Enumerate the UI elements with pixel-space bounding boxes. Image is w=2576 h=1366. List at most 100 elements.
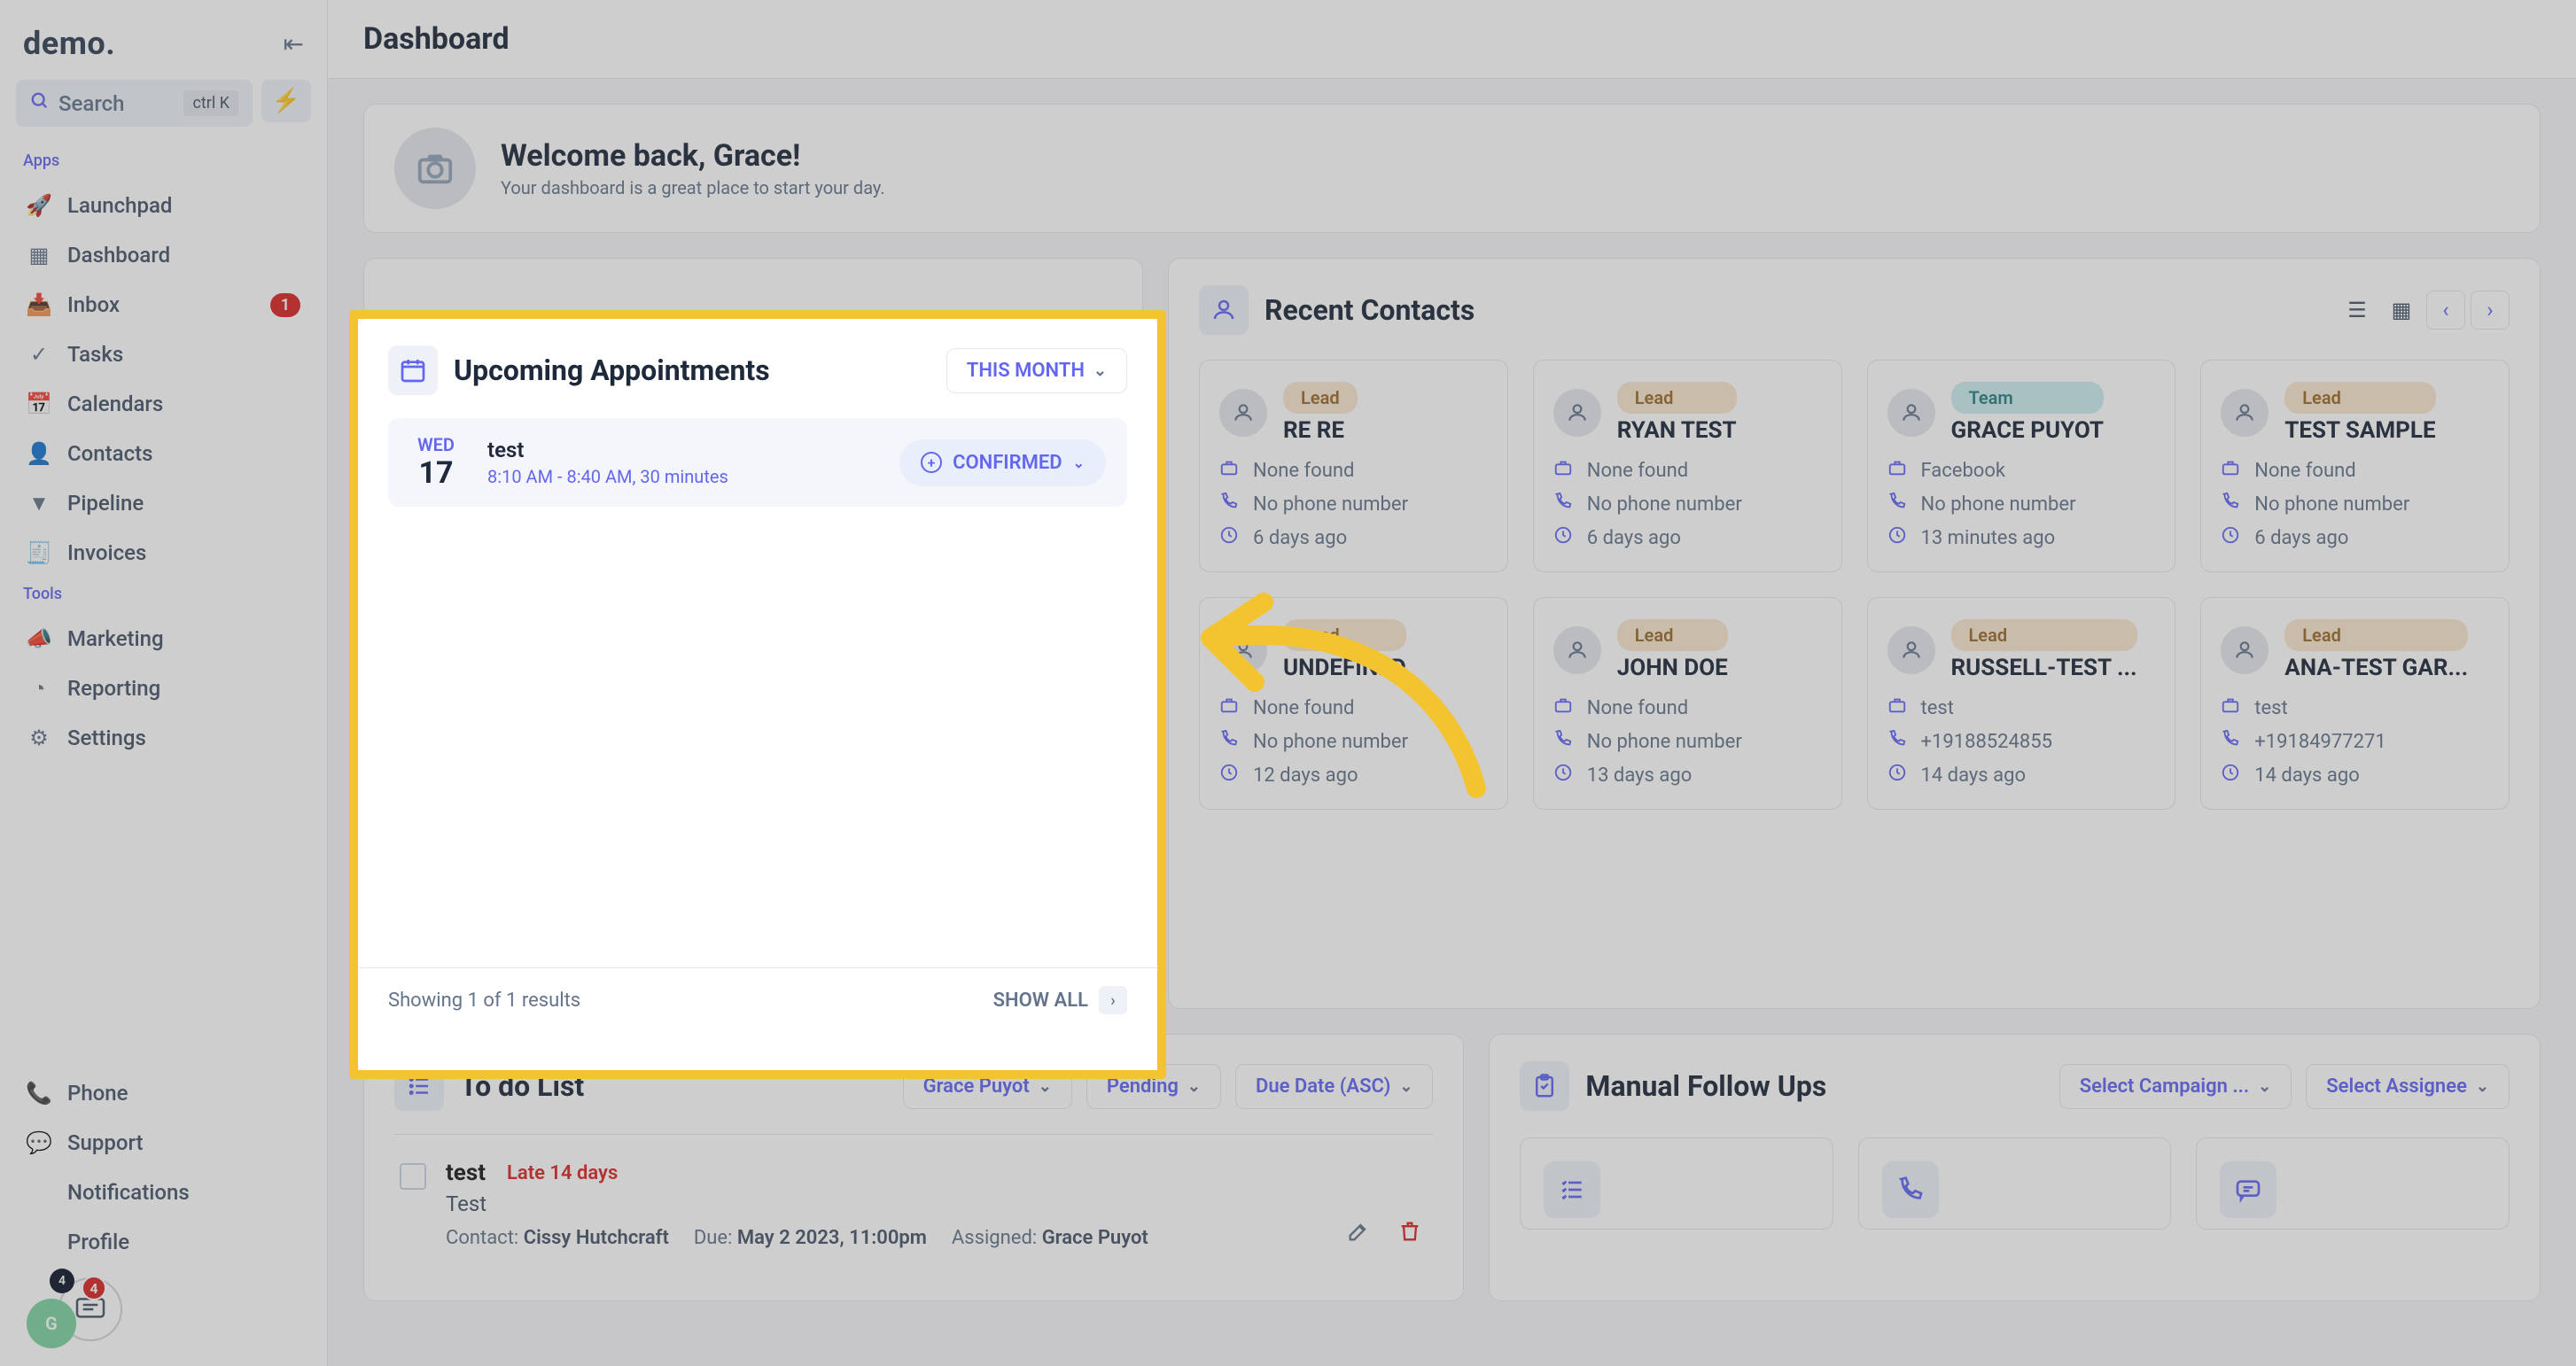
contact-avatar bbox=[1887, 626, 1935, 674]
sidebar-item-notifications[interactable]: Notifications bbox=[12, 1168, 315, 1217]
followup-stat-card[interactable] bbox=[2196, 1137, 2510, 1230]
contact-source: None found bbox=[2254, 460, 2355, 482]
chevron-down-icon: ⌄ bbox=[1399, 1077, 1413, 1096]
todo-item[interactable]: test Late 14 days Test Contact: Cissy Hu… bbox=[394, 1134, 1433, 1274]
appointment-time: 8:10 AM - 8:40 AM, 30 minutes bbox=[487, 466, 728, 487]
collapse-sidebar-button[interactable]: ⇤ bbox=[284, 29, 304, 58]
contact-tag: Lead bbox=[1951, 619, 2137, 651]
todo-title: To do List bbox=[460, 1069, 584, 1103]
phone-stat-icon bbox=[1882, 1161, 1939, 1218]
chat-icon: 💬 bbox=[27, 1130, 51, 1155]
list-view-button[interactable]: ☰ bbox=[2338, 291, 2377, 330]
todo-item-title: test bbox=[446, 1160, 486, 1186]
grid-view-button[interactable]: ▦ bbox=[2382, 291, 2421, 330]
sidebar-item-calendars[interactable]: 📅Calendars bbox=[12, 379, 315, 429]
clock-icon bbox=[1553, 525, 1576, 550]
contact-card[interactable]: Lead RYAN TEST None found No phone numbe… bbox=[1533, 360, 1842, 572]
sidebar-item-dashboard[interactable]: ▦Dashboard bbox=[12, 230, 315, 280]
search-label: Search bbox=[58, 91, 124, 116]
contact-when: 6 days ago bbox=[1253, 527, 1347, 549]
contact-source: None found bbox=[1587, 460, 1688, 482]
clipboard-icon bbox=[1520, 1061, 1569, 1111]
contact-name: RUSSELL-TEST ... bbox=[1951, 655, 2137, 681]
contact-card[interactable]: Team GRACE PUYOT Facebook No phone numbe… bbox=[1867, 360, 2176, 572]
phone-icon bbox=[1887, 492, 1911, 516]
contact-tag: Lead bbox=[2284, 382, 2435, 414]
megaphone-icon: 📣 bbox=[27, 626, 51, 651]
appointments-range-select[interactable]: THIS MONTH ⌄ bbox=[946, 348, 1127, 393]
briefcase-icon bbox=[1553, 695, 1576, 720]
followups-title: Manual Follow Ups bbox=[1585, 1069, 1826, 1103]
phone-icon bbox=[2221, 492, 2244, 516]
campaign-select[interactable]: Select Campaign ...⌄ bbox=[2059, 1064, 2292, 1109]
person-card-icon bbox=[1199, 285, 1249, 335]
manual-followups-card: Manual Follow Ups Select Campaign ...⌄ S… bbox=[1489, 1034, 2541, 1301]
contact-name: GRACE PUYOT bbox=[1951, 417, 2105, 444]
welcome-card: Welcome back, Grace! Your dashboard is a… bbox=[363, 104, 2541, 233]
search-button[interactable]: Search ctrl K bbox=[16, 80, 253, 127]
chevron-right-icon: › bbox=[1099, 986, 1127, 1014]
contact-card[interactable]: Lead ANA-TEST GAR... test +19184977271 1… bbox=[2200, 597, 2510, 810]
lightning-icon: ⚡ bbox=[272, 88, 300, 114]
list-check-icon bbox=[1544, 1161, 1600, 1218]
todo-late-label: Late 14 days bbox=[507, 1162, 618, 1184]
sidebar-item-settings[interactable]: ⚙Settings bbox=[12, 713, 315, 763]
appointment-title: test bbox=[487, 438, 728, 462]
todo-assignee-filter[interactable]: Grace Puyot⌄ bbox=[903, 1064, 1072, 1109]
phone-icon bbox=[1219, 492, 1242, 516]
prev-page-button[interactable]: ‹ bbox=[2426, 291, 2465, 330]
edit-button[interactable] bbox=[1341, 1214, 1376, 1249]
clock-icon bbox=[2221, 763, 2244, 788]
sidebar-item-contacts[interactable]: 👤Contacts bbox=[12, 429, 315, 478]
contact-card[interactable]: Lead TEST SAMPLE None found No phone num… bbox=[2200, 360, 2510, 572]
quick-action-button[interactable]: ⚡ bbox=[261, 80, 311, 122]
gear-icon: ⚙ bbox=[27, 726, 51, 750]
next-page-button[interactable]: › bbox=[2471, 291, 2510, 330]
sidebar-item-tasks[interactable]: ✓Tasks bbox=[12, 330, 315, 379]
sidebar-item-marketing[interactable]: 📣Marketing bbox=[12, 614, 315, 664]
contact-avatar bbox=[1553, 626, 1601, 674]
document-icon: 🧾 bbox=[27, 540, 51, 565]
sidebar-item-reporting[interactable]: ◔Reporting bbox=[12, 664, 315, 713]
sidebar-item-profile[interactable]: Profile bbox=[12, 1217, 315, 1267]
sms-stat-icon bbox=[2220, 1161, 2276, 1218]
contact-card[interactable]: Lead JOHN DOE None found No phone number… bbox=[1533, 597, 1842, 810]
avatar-widget[interactable]: 4 4 G bbox=[27, 1277, 97, 1348]
phone-icon: 📞 bbox=[27, 1081, 51, 1106]
delete-button[interactable] bbox=[1392, 1214, 1428, 1249]
camera-icon[interactable] bbox=[394, 128, 476, 209]
sidebar-item-phone[interactable]: 📞Phone bbox=[12, 1068, 315, 1118]
sidebar-item-inbox[interactable]: 📥Inbox1 bbox=[12, 280, 315, 330]
chevron-down-icon: ⌄ bbox=[1039, 1077, 1052, 1096]
chevron-down-icon: ⌄ bbox=[1187, 1077, 1201, 1096]
contact-card[interactable]: Lead RUSSELL-TEST ... test +19188524855 … bbox=[1867, 597, 2176, 810]
filter-icon: ▼ bbox=[27, 491, 51, 516]
appointment-item[interactable]: WED 17 test 8:10 AM - 8:40 AM, 30 minute… bbox=[388, 418, 1127, 507]
sidebar-item-invoices[interactable]: 🧾Invoices bbox=[12, 528, 315, 578]
show-all-button[interactable]: SHOW ALL › bbox=[993, 986, 1127, 1014]
contact-when: 14 days ago bbox=[2254, 764, 2360, 787]
todo-subtitle: Test bbox=[446, 1191, 1321, 1216]
todo-sort-filter[interactable]: Due Date (ASC)⌄ bbox=[1235, 1064, 1433, 1109]
sidebar-item-pipeline[interactable]: ▼Pipeline bbox=[12, 478, 315, 528]
todo-checkbox[interactable] bbox=[400, 1163, 426, 1190]
contact-card[interactable]: Lead UNDEFINED None found No phone numbe… bbox=[1199, 597, 1508, 810]
contact-when: 13 minutes ago bbox=[1921, 527, 2056, 549]
followup-stat-card[interactable] bbox=[1520, 1137, 1833, 1230]
sidebar-item-support[interactable]: 💬Support bbox=[12, 1118, 315, 1168]
assignee-select[interactable]: Select Assignee⌄ bbox=[2306, 1064, 2510, 1109]
briefcase-icon bbox=[2221, 458, 2244, 483]
phone-icon bbox=[1553, 492, 1576, 516]
upcoming-appointments-card: Upcoming Appointments THIS MONTH ⌄ WED 1… bbox=[358, 319, 1157, 1070]
rocket-icon: 🚀 bbox=[27, 193, 51, 218]
contact-card[interactable]: Lead RE RE None found No phone number 6 … bbox=[1199, 360, 1508, 572]
sidebar-item-launchpad[interactable]: 🚀Launchpad bbox=[12, 181, 315, 230]
appointment-status-chip[interactable]: + CONFIRMED ⌄ bbox=[899, 439, 1106, 486]
contact-phone: No phone number bbox=[1253, 731, 1408, 753]
contact-tag: Lead bbox=[1617, 382, 1737, 414]
followup-stat-card[interactable] bbox=[1858, 1137, 2172, 1230]
todo-status-filter[interactable]: Pending⌄ bbox=[1086, 1064, 1221, 1109]
calendar-icon: 📅 bbox=[27, 392, 51, 416]
contact-source: None found bbox=[1253, 697, 1354, 719]
contact-when: 6 days ago bbox=[2254, 527, 2348, 549]
